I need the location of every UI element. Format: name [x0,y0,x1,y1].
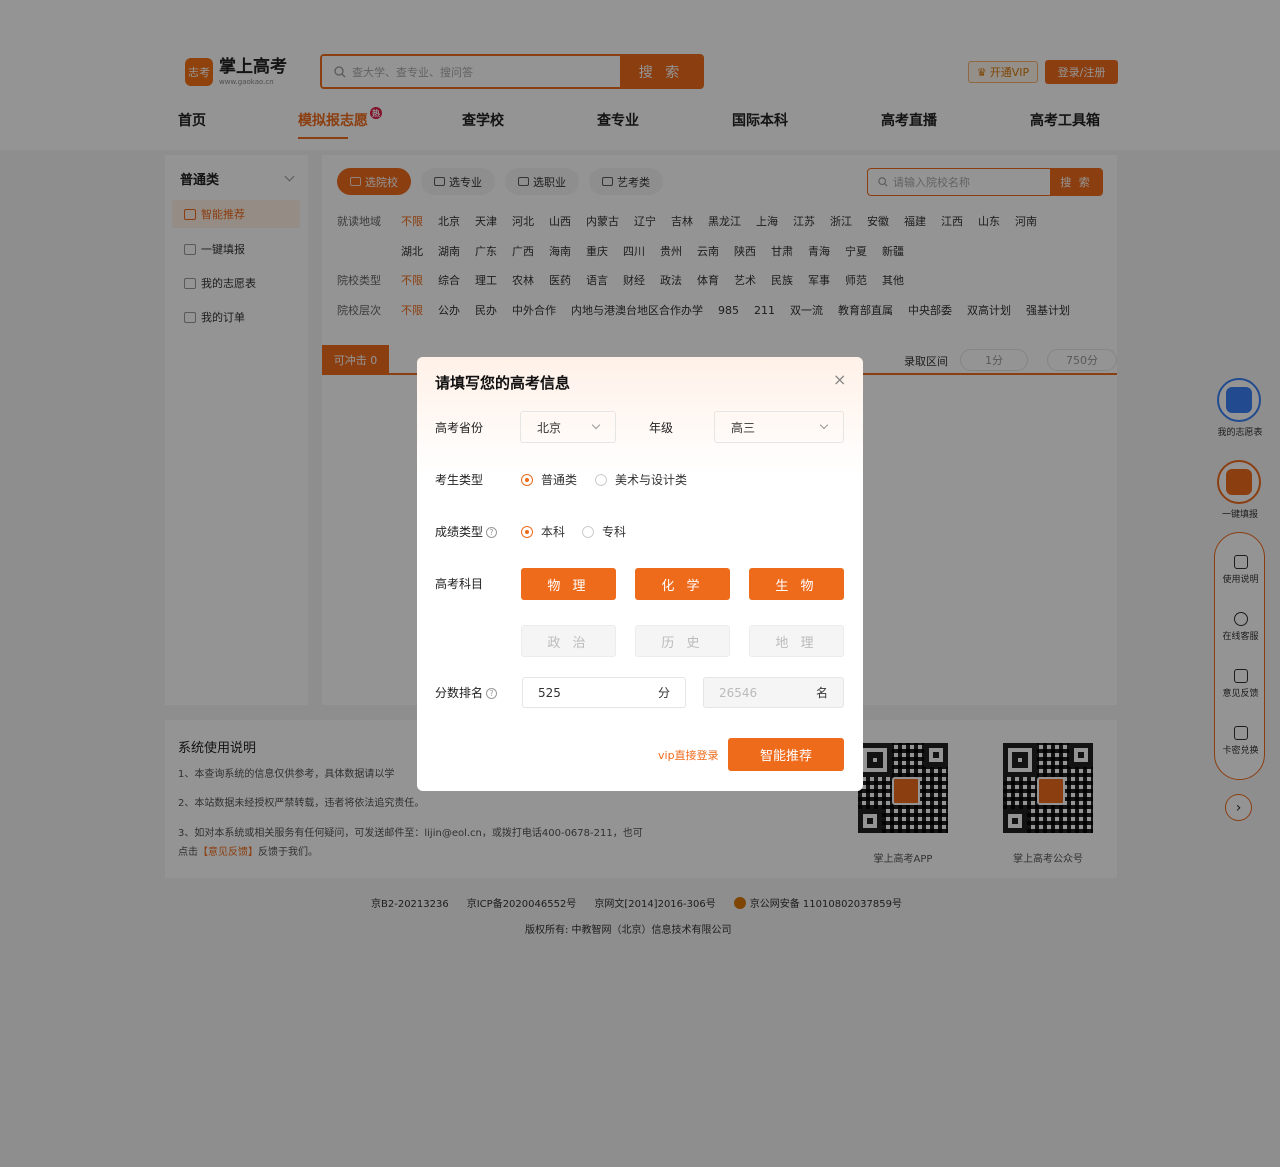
score-type-junior-radio[interactable]: 专科 [582,523,626,540]
radio-label: 普通类 [541,473,578,487]
grade-value: 高三 [731,420,756,435]
score-input[interactable]: 525 分 [522,677,686,708]
score-value: 525 [538,685,561,700]
help-icon[interactable]: ? [486,688,498,699]
chevron-down-icon [819,420,829,430]
rank-value: 26546 [719,685,758,700]
score-type-undergrad-radio[interactable]: 本科 [521,523,565,540]
subjects-label: 高考科目 [435,577,484,591]
rank-unit: 名 [815,686,828,700]
subject-biology[interactable]: 生 物 [749,568,844,600]
province-label: 高考省份 [435,421,484,435]
province-value: 北京 [537,420,562,435]
grade-label: 年级 [649,421,674,435]
vip-login-link[interactable]: vip直接登录 [658,747,719,763]
student-type-normal-radio[interactable]: 普通类 [521,471,577,488]
smart-recommend-button[interactable]: 智能推荐 [728,738,844,771]
subject-chemistry[interactable]: 化 学 [635,568,730,600]
subject-politics[interactable]: 政 治 [521,625,616,657]
radio-label: 专科 [602,525,627,539]
student-type-art-radio[interactable]: 美术与设计类 [595,471,687,488]
radio-label: 美术与设计类 [615,473,688,487]
province-select[interactable]: 北京 [520,411,616,443]
score-label: 分数排名? [435,684,498,701]
subject-physics[interactable]: 物 理 [521,568,616,600]
radio-label: 本科 [541,525,566,539]
score-unit: 分 [657,686,670,700]
rank-input: 26546 名 [703,677,844,708]
subject-history[interactable]: 历 史 [635,625,730,657]
grade-select[interactable]: 高三 [714,411,844,443]
help-icon[interactable]: ? [486,527,498,538]
score-type-label: 成绩类型? [435,523,498,540]
modal-title: 请填写您的高考信息 [435,374,571,392]
subject-geography[interactable]: 地 理 [749,625,844,657]
close-icon[interactable]: × [833,370,846,389]
chevron-down-icon [591,420,601,430]
student-type-label: 考生类型 [435,473,484,487]
exam-info-modal: 请填写您的高考信息 × 高考省份 北京 年级 高三 考生类型 普通类 美术与设计… [417,357,863,791]
